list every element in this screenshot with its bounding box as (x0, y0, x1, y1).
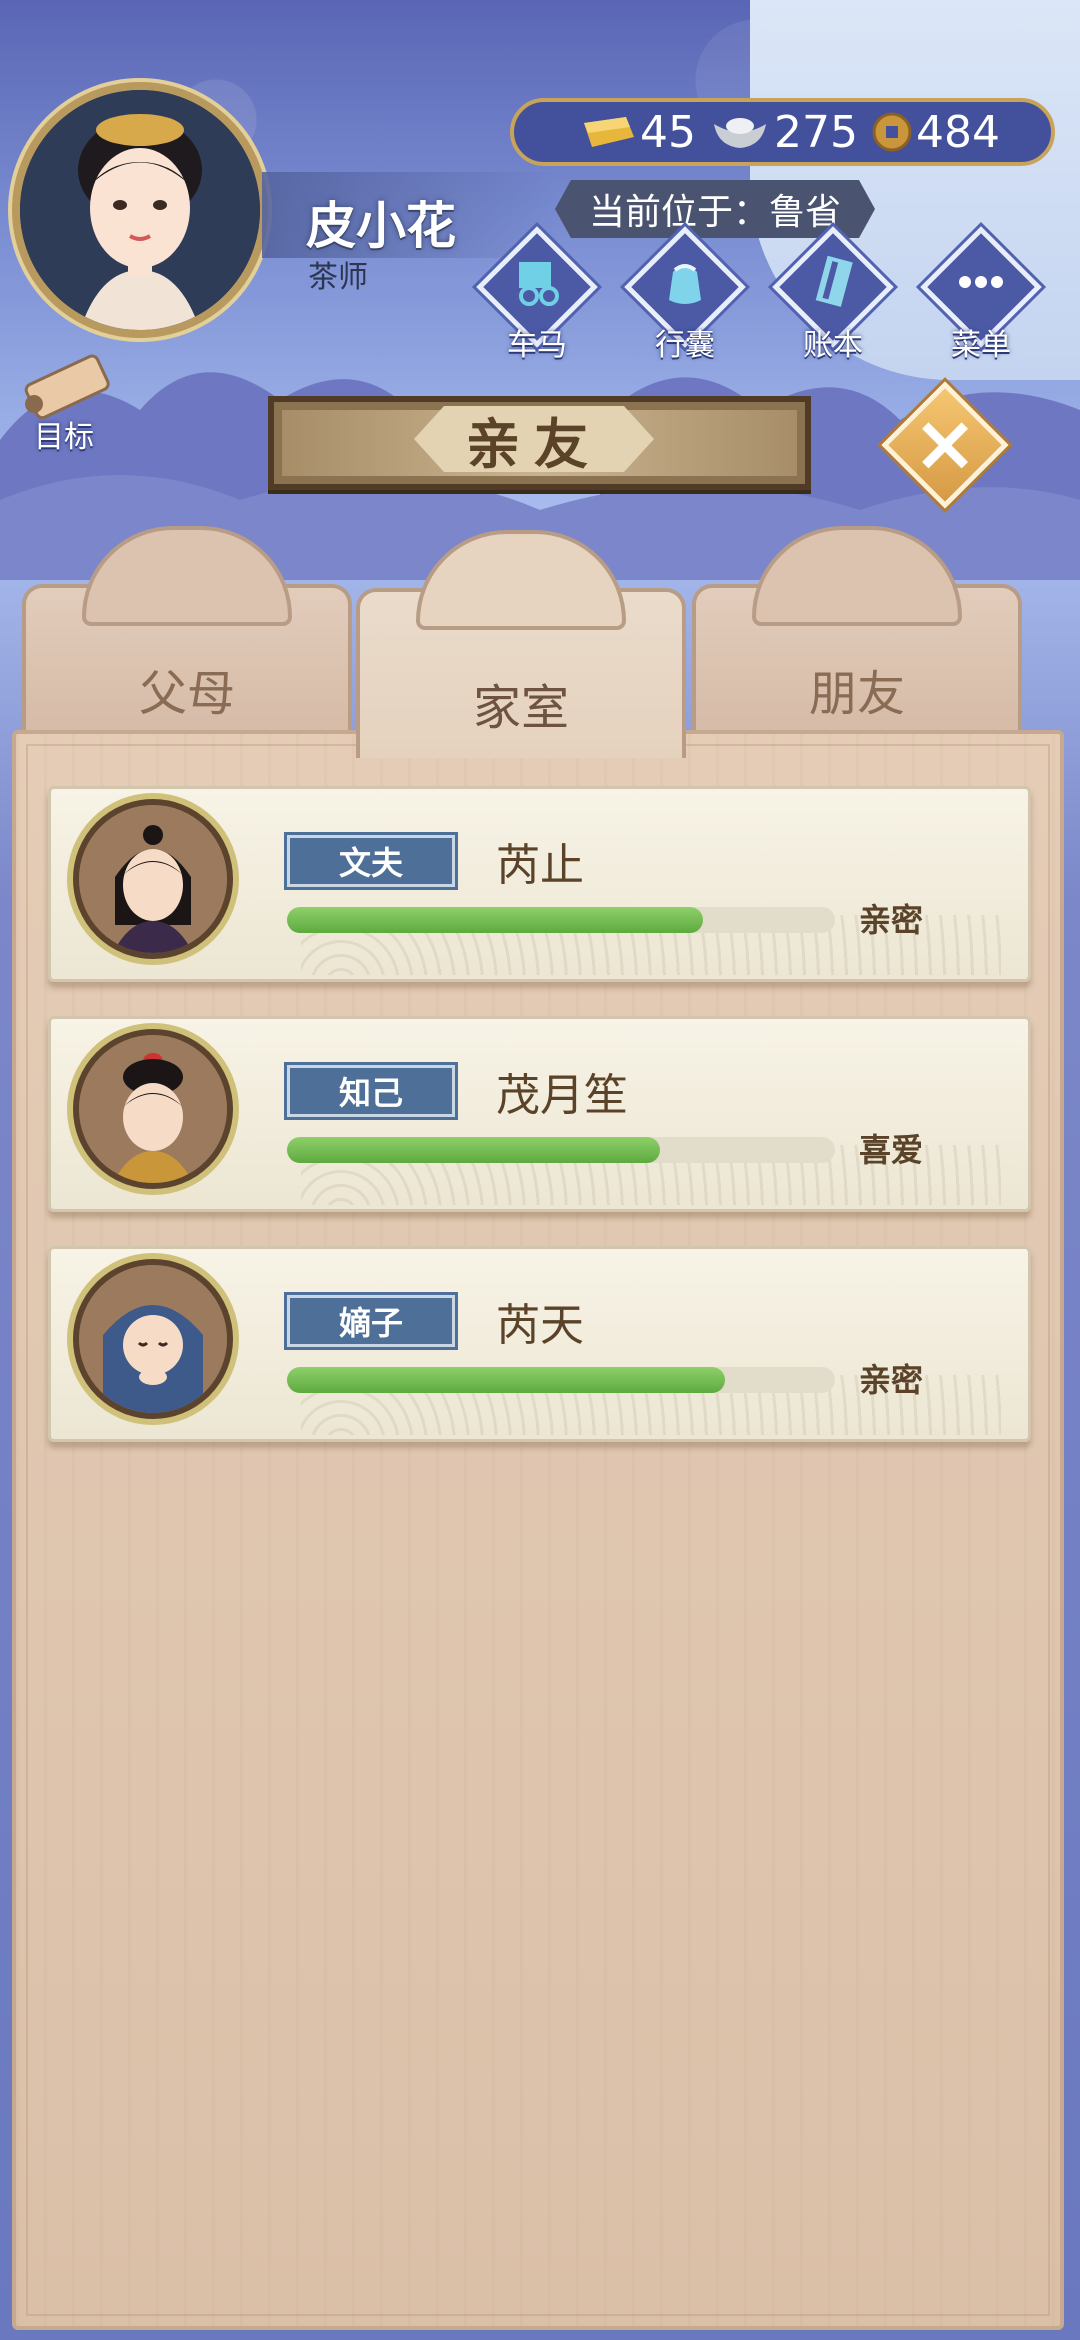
affinity-bar (287, 1367, 835, 1393)
affinity-bar (287, 907, 835, 933)
gold-currency: 45 (574, 107, 696, 158)
silver-amount: 275 (774, 106, 858, 158)
gold-ingot-icon (584, 117, 634, 147)
menu-button[interactable]: 菜单 (918, 226, 1044, 363)
relation-card[interactable]: 嫡子 芮天 亲密 (48, 1246, 1031, 1442)
relation-role: 知己 (284, 1062, 458, 1120)
panel-title: 亲友 (414, 406, 654, 472)
baby-portrait (79, 1265, 227, 1413)
carriage-label: 车马 (507, 328, 567, 363)
coin-currency: 484 (872, 107, 1000, 158)
tab-family-ornament (416, 530, 626, 630)
tab-friends-ornament (752, 526, 962, 626)
affinity-level: 喜爱 (859, 1131, 924, 1169)
panel-title-banner: 亲友 (268, 396, 811, 490)
tab-family-label: 家室 (472, 680, 569, 736)
tab-parents[interactable]: 父母 (22, 514, 352, 754)
ledger-label: 账本 (803, 328, 863, 363)
relation-card[interactable]: 知己 茂月笙 喜爱 (48, 1016, 1031, 1212)
relation-role: 嫡子 (284, 1292, 458, 1350)
ledger-button[interactable]: 账本 (770, 226, 896, 363)
silver-ingot-icon (714, 118, 766, 148)
affinity-bar (287, 1137, 835, 1163)
bag-icon (669, 264, 701, 304)
affinity-level: 亲密 (859, 901, 924, 939)
close-icon[interactable]: × (910, 404, 980, 484)
coin-amount: 484 (915, 106, 1000, 158)
tab-friends[interactable]: 朋友 (692, 514, 1022, 754)
ledger-icon (815, 255, 853, 307)
silver-currency: 275 (710, 107, 858, 158)
bag-label: 行囊 (655, 328, 715, 363)
scroll-icon (24, 354, 110, 420)
player-name: 皮小花 (306, 197, 456, 255)
relation-name: 芮止 (496, 840, 584, 891)
relation-role: 文夫 (284, 832, 458, 890)
tab-family[interactable]: 家室 (356, 518, 686, 758)
confidant-portrait (79, 1035, 227, 1183)
affinity-fill (287, 1367, 726, 1393)
target-button[interactable]: 目标 (14, 350, 124, 455)
carriage-icon (519, 262, 559, 306)
menu-label: 菜单 (951, 328, 1011, 363)
player-portrait (20, 90, 260, 330)
tab-friends-label: 朋友 (808, 666, 905, 722)
relation-name: 茂月笙 (496, 1070, 628, 1121)
gold-amount: 45 (640, 106, 696, 158)
player-avatar[interactable] (12, 82, 268, 338)
husband-portrait (79, 805, 227, 953)
relation-avatar (73, 1029, 233, 1189)
tab-parents-label: 父母 (138, 666, 235, 722)
relation-card[interactable]: 文夫 芮止 亲密 (48, 786, 1031, 982)
current-location: 当前位于：鲁省 (555, 180, 875, 238)
relation-avatar (73, 1259, 233, 1419)
bag-button[interactable]: 行囊 (622, 226, 748, 363)
affinity-fill (287, 1137, 660, 1163)
relation-name: 芮天 (496, 1300, 584, 1351)
target-label: 目标 (34, 420, 94, 455)
affinity-fill (287, 907, 704, 933)
currency-bar: 45 275 484 (510, 98, 1055, 166)
more-dots-icon (959, 276, 1003, 288)
copper-coin-icon (872, 112, 912, 152)
player-title: 茶师 (308, 260, 368, 295)
tab-parents-ornament (82, 526, 292, 626)
relation-avatar (73, 799, 233, 959)
affinity-level: 亲密 (859, 1361, 924, 1399)
carriage-button[interactable]: 车马 (474, 226, 600, 363)
